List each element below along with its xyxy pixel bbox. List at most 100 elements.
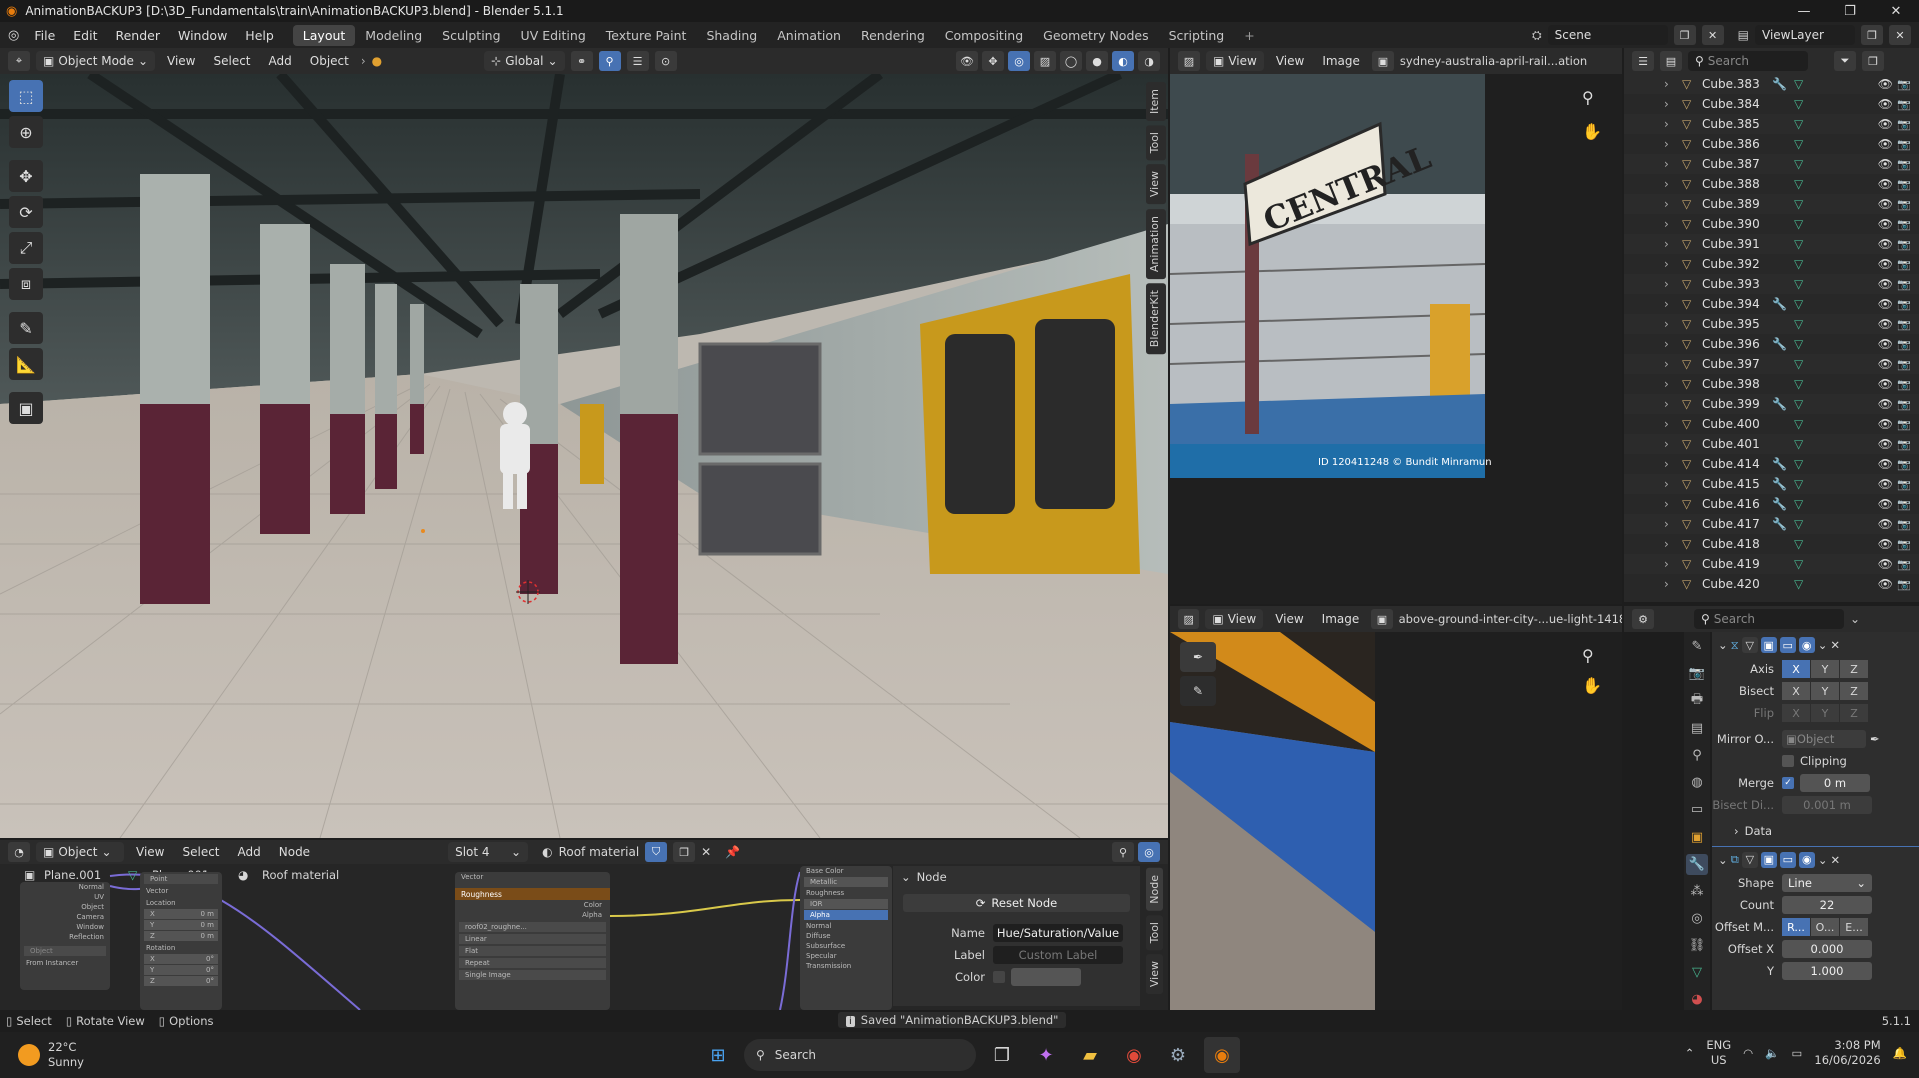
flip-z-toggle[interactable]: Z — [1840, 704, 1868, 722]
mesh-data-icon[interactable]: ▽ — [1794, 557, 1816, 571]
image-editor-bottom[interactable]: ✒ ✎ ⚲ ✋ — [1170, 632, 1622, 1010]
mesh-data-icon[interactable]: ▽ — [1794, 537, 1816, 551]
task-view-icon[interactable]: ❐ — [984, 1037, 1020, 1073]
outliner-item[interactable]: › ▽ Cube.384 ▽ 👁 📷 — [1624, 94, 1919, 114]
properties-type-icon[interactable]: ⚙ — [1632, 609, 1654, 629]
outliner-item-name[interactable]: Cube.388 — [1702, 177, 1772, 191]
data-properties-icon[interactable]: ▽ — [1686, 962, 1708, 983]
outliner-item-name[interactable]: Cube.418 — [1702, 537, 1772, 551]
modifier-properties-icon[interactable]: 🔧 — [1686, 853, 1708, 875]
bisect-x-toggle[interactable]: X — [1782, 682, 1810, 700]
image-browse-icon[interactable]: ▣ — [1371, 609, 1393, 629]
location-y-field[interactable]: Y0 m — [144, 920, 218, 930]
outliner-item-name[interactable]: Cube.387 — [1702, 157, 1772, 171]
outliner-item[interactable]: › ▽ Cube.388 ▽ 👁 📷 — [1624, 174, 1919, 194]
outliner-item[interactable]: › ▽ Cube.397 ▽ 👁 📷 — [1624, 354, 1919, 374]
outliner-item-name[interactable]: Cube.390 — [1702, 217, 1772, 231]
eye-visibility-icon[interactable]: 👁 — [1878, 177, 1893, 191]
extension-dropdown[interactable]: Repeat — [459, 958, 606, 968]
mesh-data-icon[interactable]: ▽ — [1794, 237, 1816, 251]
eye-visibility-icon[interactable]: 👁 — [1878, 457, 1893, 471]
mesh-data-icon[interactable]: ▽ — [1794, 277, 1816, 291]
outliner-item-name[interactable]: Cube.400 — [1702, 417, 1772, 431]
node-overlay-icon[interactable]: ◎ — [1138, 842, 1160, 862]
modifier-icon[interactable]: 🔧 — [1772, 337, 1794, 351]
eye-visibility-icon[interactable]: 👁 — [1878, 517, 1893, 531]
zoom-icon[interactable]: ⚲ — [1582, 88, 1594, 107]
outliner-item[interactable]: › ▽ Cube.414 🔧 ▽ 👁 📷 — [1624, 454, 1919, 474]
tab-node-view[interactable]: View — [1146, 954, 1163, 995]
mesh-data-icon[interactable]: ▽ — [1794, 517, 1816, 531]
image-menu-view[interactable]: View — [1270, 54, 1310, 68]
mirror-object-field[interactable]: ▣ Object — [1782, 730, 1866, 748]
mesh-data-icon[interactable]: ▽ — [1794, 437, 1816, 451]
tab-node-tool[interactable]: Tool — [1146, 914, 1163, 951]
bsdf-alpha[interactable]: Alpha — [804, 910, 888, 920]
tab-shading[interactable]: Shading — [696, 25, 767, 46]
expand-icon[interactable]: › — [1664, 497, 1669, 511]
render-visibility-icon[interactable]: 📷 — [1897, 378, 1911, 391]
chevron-down-icon[interactable]: ⌄ — [901, 870, 911, 884]
node-menu-view[interactable]: View — [130, 845, 170, 859]
pan-hand-icon[interactable]: ✋ — [1582, 122, 1602, 141]
offset-relative-toggle[interactable]: R... — [1782, 918, 1810, 936]
viewport-menu-add[interactable]: Add — [263, 54, 298, 68]
eye-visibility-icon[interactable]: 👁 — [1878, 217, 1893, 231]
node-menu-add[interactable]: Add — [232, 845, 267, 859]
rotation-z-field[interactable]: Z 0° — [144, 976, 218, 986]
expand-icon[interactable]: › — [1664, 457, 1669, 471]
rotation-x-field[interactable]: X 0° — [144, 954, 218, 964]
outliner-item-name[interactable]: Cube.416 — [1702, 497, 1772, 511]
cage-toggle-icon[interactable]: ▣ — [1760, 637, 1777, 653]
mesh-data-icon[interactable]: ▽ — [1794, 137, 1816, 151]
from-instancer-checkbox[interactable]: From Instancer — [20, 958, 110, 968]
outliner-item[interactable]: › ▽ Cube.385 ▽ 👁 📷 — [1624, 114, 1919, 134]
object-properties-icon[interactable]: ▣ — [1686, 826, 1708, 847]
flip-x-toggle[interactable]: X — [1782, 704, 1810, 722]
chevron-down-icon[interactable]: ⌄ — [1818, 853, 1828, 867]
select-box-icon[interactable]: ⬚ — [9, 80, 43, 112]
outliner-item[interactable]: › ▽ Cube.391 ▽ 👁 📷 — [1624, 234, 1919, 254]
menu-render[interactable]: Render — [106, 28, 169, 43]
view-layer-properties-icon[interactable]: ▤ — [1686, 718, 1708, 739]
offset-object-toggle[interactable]: O... — [1811, 918, 1839, 936]
count-field[interactable]: 22 — [1782, 896, 1872, 914]
material-browse-icon[interactable]: ◐ — [542, 845, 552, 859]
zoom-icon[interactable]: ⚲ — [1582, 646, 1594, 665]
filter-icon[interactable]: ⏷ — [1834, 51, 1856, 71]
xray-icon[interactable]: ▨ — [1034, 51, 1056, 71]
node-label-field[interactable]: Custom Label — [993, 946, 1123, 964]
data-subpanel[interactable]: Data — [1745, 824, 1772, 838]
outliner-item-name[interactable]: Cube.386 — [1702, 137, 1772, 151]
delete-scene-icon[interactable]: ✕ — [1701, 25, 1724, 45]
expand-icon[interactable]: › — [1664, 77, 1669, 91]
rotation-y-field[interactable]: Y 0° — [144, 965, 218, 975]
overlay-icon[interactable]: ◎ — [1008, 51, 1030, 71]
eye-visibility-icon[interactable]: 👁 — [1878, 577, 1893, 591]
breadcrumb-material[interactable]: Roof material — [262, 868, 339, 882]
outliner-item-name[interactable]: Cube.417 — [1702, 517, 1772, 531]
mesh-data-icon[interactable]: ▽ — [1794, 117, 1816, 131]
world-properties-icon[interactable]: ◍ — [1686, 772, 1708, 793]
outliner-item[interactable]: › ▽ Cube.392 ▽ 👁 📷 — [1624, 254, 1919, 274]
tab-compositing[interactable]: Compositing — [935, 25, 1033, 46]
taskbar-search[interactable]: ⚲ Search — [744, 1039, 976, 1071]
slot-selector[interactable]: Slot 4 ⌄ — [448, 842, 529, 862]
outliner-item[interactable]: › ▽ Cube.416 🔧 ▽ 👁 📷 — [1624, 494, 1919, 514]
menu-edit[interactable]: Edit — [64, 28, 106, 43]
duplicate-material-icon[interactable]: ❐ — [673, 842, 696, 862]
eye-visibility-icon[interactable]: 👁 — [1878, 97, 1893, 111]
transform-icon[interactable]: ⧈ — [9, 268, 43, 300]
eye-visibility-icon[interactable]: 👁 — [1878, 397, 1893, 411]
image-editor-type-icon[interactable]: ▨ — [1178, 51, 1200, 71]
outliner-item[interactable]: › ▽ Cube.387 ▽ 👁 📷 — [1624, 154, 1919, 174]
windows-start-icon[interactable]: ⊞ — [700, 1037, 736, 1073]
mesh-data-icon[interactable]: ▽ — [1794, 177, 1816, 191]
bisect-y-toggle[interactable]: Y — [1811, 682, 1839, 700]
viewport-menu-object[interactable]: Object — [304, 54, 355, 68]
settings-icon[interactable]: ⚙ — [1160, 1037, 1196, 1073]
measure-icon[interactable]: 📐 — [9, 348, 43, 380]
render-visibility-icon[interactable]: 📷 — [1897, 398, 1911, 411]
render-properties-icon[interactable]: 📷 — [1686, 663, 1708, 684]
tab-texture-paint[interactable]: Texture Paint — [596, 25, 697, 46]
